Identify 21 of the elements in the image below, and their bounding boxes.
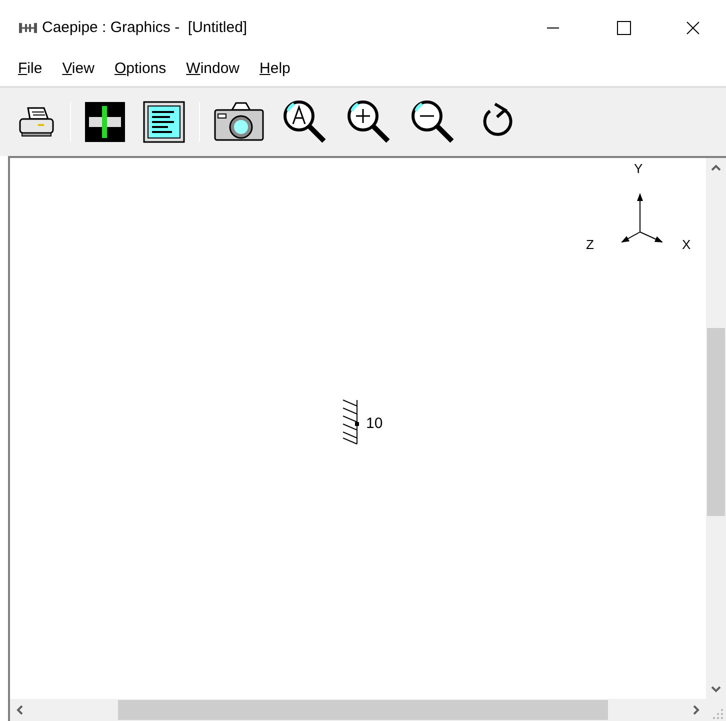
document-icon[interactable] [143,101,185,143]
menu-item[interactable]: View [62,58,94,80]
menu-item[interactable]: Help [260,58,290,80]
axis-label: Y [634,162,643,175]
menu-item[interactable]: Options [114,58,166,80]
scroll-thumb[interactable] [707,328,725,516]
app-icon [18,22,38,34]
printer-icon[interactable] [18,105,56,139]
axis-label: Z [586,238,594,251]
zoom-in-icon[interactable] [346,99,392,145]
window-title: Caepipe : Graphics - [Untitled] [42,18,248,38]
node-label: 10 [366,416,383,431]
section-view-icon[interactable] [85,102,125,142]
scroll-thumb[interactable] [118,700,608,720]
menu-item[interactable]: Window [186,58,240,80]
auto-zoom-icon[interactable] [282,99,328,145]
zoom-out-icon[interactable] [410,99,456,145]
axis-label: X [682,238,691,251]
anchor-icon [340,398,360,446]
camera-icon[interactable] [214,101,264,143]
menu-item[interactable]: File [18,58,42,80]
